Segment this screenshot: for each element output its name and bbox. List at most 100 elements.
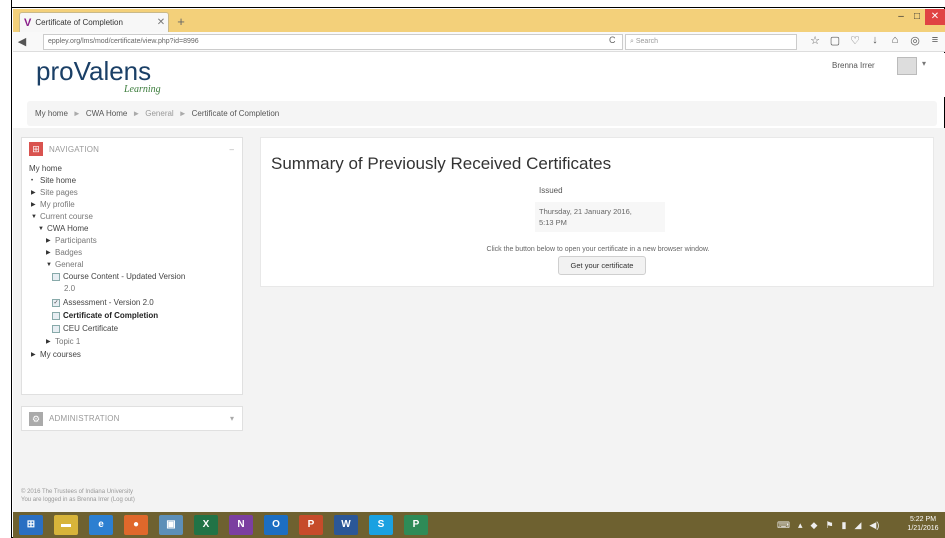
nav-item-my-home[interactable]: My home — [29, 164, 62, 173]
nav-item-assessment[interactable]: ✓ Assessment - Version 2.0 — [52, 298, 154, 307]
nav-label: My courses — [40, 350, 81, 359]
sitemap-icon: ⊞ — [29, 142, 43, 156]
wifi-icon[interactable]: ◢ — [854, 520, 861, 531]
bullet-icon: • — [31, 177, 34, 184]
close-tab-icon[interactable]: ✕ — [154, 17, 168, 28]
nav-item-cwa-home[interactable]: ▼ CWA Home — [38, 224, 89, 233]
user-name[interactable]: Brenna Irrer — [832, 61, 875, 70]
firefox-icon[interactable]: ● — [124, 515, 148, 535]
onenote-icon[interactable]: N — [229, 515, 253, 535]
certificate-icon — [52, 324, 60, 333]
browser-tab[interactable]: V Certificate of Completion ✕ — [19, 12, 169, 32]
nav-item-ceu-certificate[interactable]: CEU Certificate — [52, 324, 118, 333]
breadcrumb-general[interactable]: General — [145, 109, 173, 118]
home-icon[interactable]: ⌂ — [889, 34, 901, 47]
minimize-icon[interactable]: – — [893, 9, 909, 25]
nav-label: General — [55, 260, 84, 269]
system-clock[interactable]: 5:22 PM 1/21/2016 — [901, 515, 945, 533]
collapse-icon[interactable]: – — [230, 145, 234, 154]
clock-time: 5:22 PM — [909, 516, 937, 523]
menu-icon[interactable]: ≡ — [929, 34, 941, 47]
outlook-icon[interactable]: O — [264, 515, 288, 535]
nav-item-topic-1[interactable]: ▶ Topic 1 — [46, 337, 80, 346]
nav-item-general[interactable]: ▼ General — [46, 260, 83, 269]
sync-icon[interactable]: ◎ — [909, 34, 921, 47]
battery-icon[interactable]: ▮ — [842, 520, 847, 531]
navigation-block: ⊞ NAVIGATION – My home • Site home ▶ Site … — [21, 137, 243, 395]
breadcrumb-separator-icon: ► — [72, 109, 81, 118]
windows-start-icon[interactable]: ⊞ — [19, 515, 43, 535]
expand-block-icon[interactable]: ▾ — [230, 414, 234, 423]
instruction-text: Click the button below to open your cert… — [486, 246, 710, 253]
word-icon[interactable]: W — [334, 515, 358, 535]
nav-item-course-content[interactable]: Course Content - Updated Version — [52, 272, 185, 281]
network-app-icon[interactable]: ◆ — [811, 520, 818, 531]
nav-item-site-pages[interactable]: ▶ Site pages — [31, 188, 78, 197]
nav-label: CEU Certificate — [63, 324, 119, 333]
search-input[interactable]: ⌕ Search — [625, 34, 797, 50]
skype-icon[interactable]: S — [369, 515, 393, 535]
issued-date: Thursday, 21 January 2016, — [539, 207, 632, 216]
site-logo[interactable]: proValens Learning — [36, 56, 161, 95]
breadcrumb-separator-icon: ► — [178, 109, 187, 118]
nav-item-participants[interactable]: ▶ Participants — [46, 236, 97, 245]
expand-icon: ▶ — [31, 190, 36, 196]
administration-title: ADMINISTRATION — [49, 414, 120, 423]
system-tray: ⌨ ▴ ◆ ⚑ ▮ ◢ ◀) — [777, 512, 879, 538]
bookmark-star-icon[interactable]: ☆ — [809, 34, 821, 47]
expand-icon: ▶ — [31, 202, 36, 208]
search-placeholder: Search — [635, 38, 659, 45]
keyboard-icon[interactable]: ⌨ — [777, 520, 790, 531]
main-content: Summary of Previously Received Certifica… — [260, 137, 934, 287]
excel-icon[interactable]: X — [194, 515, 218, 535]
breadcrumb-current: Certificate of Completion — [191, 109, 280, 118]
column-header-issued: Issued — [539, 186, 563, 195]
logo-subtext: Learning — [124, 84, 161, 95]
nav-item-course-content-cont[interactable]: 2.0 — [64, 284, 75, 293]
reading-list-icon[interactable]: ▢ — [829, 34, 841, 47]
nav-label: Topic 1 — [55, 337, 81, 346]
new-tab-icon[interactable]: + — [173, 14, 189, 30]
nav-item-certificate-completion[interactable]: Certificate of Completion — [52, 311, 158, 320]
collapse-tree-icon: ▼ — [46, 261, 52, 268]
nav-label: CWA Home — [47, 224, 89, 233]
internet-explorer-icon[interactable]: e — [89, 515, 113, 535]
page-footer: © 2016 The Trustees of Indiana Universit… — [21, 488, 135, 504]
expand-icon: ▶ — [46, 339, 51, 345]
publisher-icon[interactable]: P — [404, 515, 428, 535]
close-window-icon[interactable]: ✕ — [925, 9, 945, 25]
volume-icon[interactable]: ◀) — [869, 520, 879, 531]
pocket-icon[interactable]: ♡ — [849, 34, 861, 47]
maximize-icon[interactable]: □ — [909, 9, 925, 25]
nav-item-badges[interactable]: ▶ Badges — [46, 248, 82, 257]
breadcrumb-cwa-home[interactable]: CWA Home — [86, 109, 128, 118]
navigation-block-header[interactable]: ⊞ NAVIGATION – — [22, 138, 242, 160]
left-strip — [0, 0, 12, 538]
nav-item-current-course[interactable]: ▼ Current course — [31, 212, 93, 221]
breadcrumb-my-home[interactable]: My home — [35, 109, 68, 118]
flag-icon[interactable]: ⚑ — [825, 520, 833, 531]
user-menu-caret-icon[interactable]: ▾ — [922, 59, 926, 68]
url-text: eppley.org/lms/mod/certificate/view.php?… — [48, 38, 199, 45]
nav-label: My profile — [40, 200, 75, 209]
get-certificate-button[interactable]: Get your certificate — [558, 256, 646, 275]
back-icon[interactable]: ◀ — [15, 35, 29, 48]
photos-icon[interactable]: ▣ — [159, 515, 183, 535]
reload-icon[interactable]: C — [609, 35, 616, 45]
nav-item-my-courses[interactable]: ▶ My courses — [31, 350, 81, 359]
nav-item-my-profile[interactable]: ▶ My profile — [31, 200, 75, 209]
site-favicon-icon: V — [24, 16, 32, 29]
certificates-table: Issued Thursday, 21 January 2016, 5:13 P… — [535, 180, 665, 232]
administration-block[interactable]: ⚙ ADMINISTRATION ▾ — [21, 406, 243, 431]
file-explorer-icon[interactable]: ▬ — [54, 515, 78, 535]
powerpoint-icon[interactable]: P — [299, 515, 323, 535]
avatar[interactable] — [897, 57, 917, 75]
url-input[interactable]: eppley.org/lms/mod/certificate/view.php?… — [43, 34, 623, 50]
tray-overflow-icon[interactable]: ▴ — [798, 520, 803, 531]
nav-item-site-home[interactable]: • Site home — [31, 176, 76, 185]
nav-label: Certificate of Completion — [63, 311, 159, 320]
breadcrumb: My home ► CWA Home ► General ► Certifica… — [27, 101, 937, 126]
copyright-text: © 2016 The Trustees of Indiana Universit… — [21, 489, 134, 495]
browser-navbar: ◀ eppley.org/lms/mod/certificate/view.ph… — [13, 32, 945, 52]
download-icon[interactable]: ↓ — [869, 34, 881, 47]
